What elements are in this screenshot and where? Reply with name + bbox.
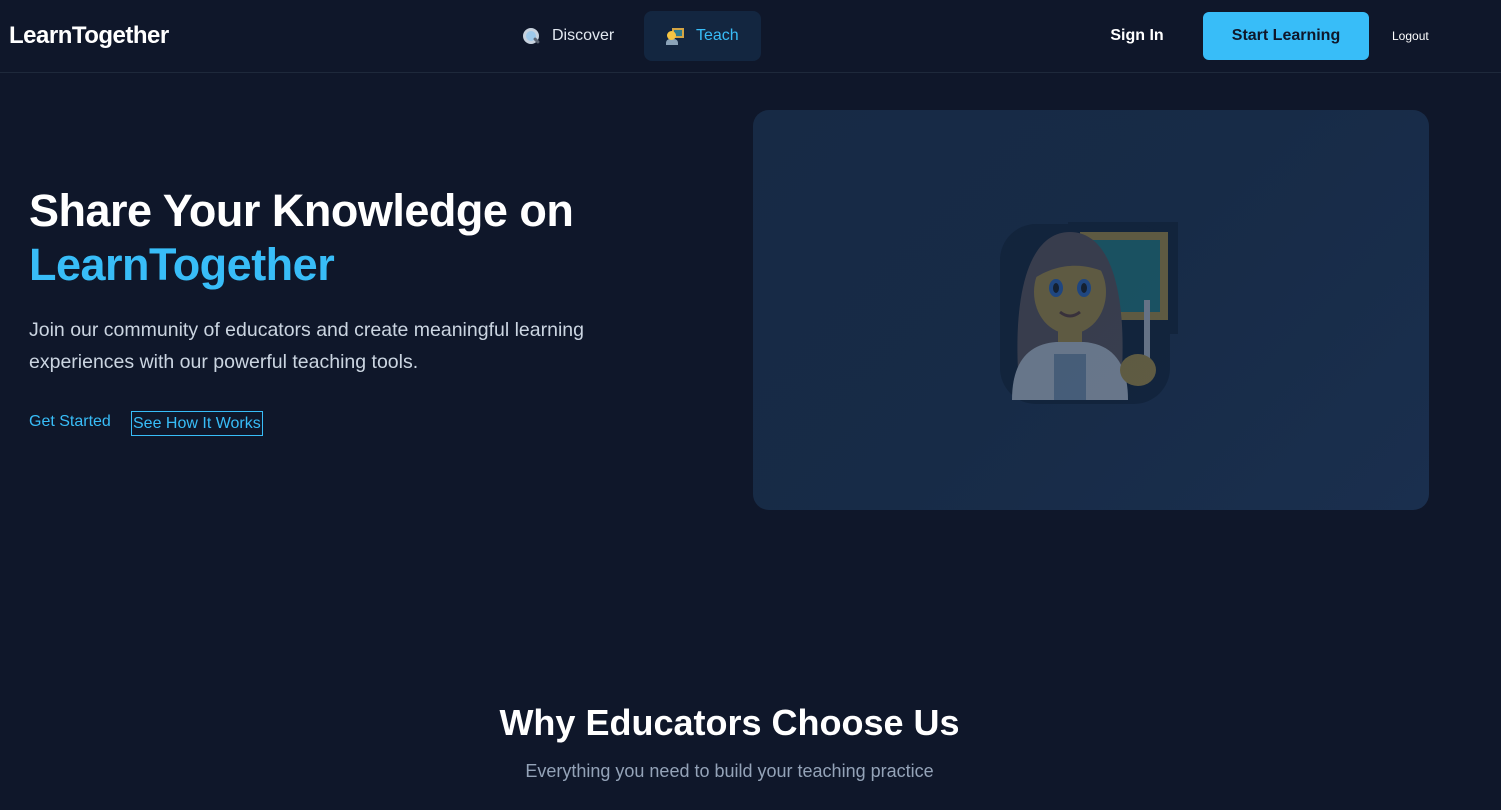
why-section-subtitle: Everything you need to build your teachi… bbox=[525, 761, 934, 781]
see-how-it-works-link[interactable]: See How It Works bbox=[131, 411, 263, 436]
sign-in-button[interactable]: Sign In bbox=[1100, 15, 1174, 57]
hero-description: Join our community of educators and crea… bbox=[29, 319, 584, 373]
site-header: LearnTogether Discover Teach Sign In Sta… bbox=[0, 0, 1501, 73]
start-learning-button[interactable]: Start Learning bbox=[1203, 12, 1369, 60]
nav-discover[interactable]: Discover bbox=[500, 11, 638, 61]
nav-teach[interactable]: Teach bbox=[644, 11, 761, 61]
nav-discover-label: Discover bbox=[552, 27, 615, 44]
get-started-link[interactable]: Get Started bbox=[29, 412, 111, 432]
magnifying-glass-icon bbox=[522, 27, 541, 45]
hero-title: Share Your Knowledge on LearnTogether bbox=[29, 184, 574, 292]
woman-teacher-icon bbox=[1000, 222, 1178, 404]
logout-button[interactable]: Logout bbox=[1392, 26, 1429, 46]
hero-title-line1: Share Your Knowledge on bbox=[29, 185, 574, 236]
nav-teach-label: Teach bbox=[696, 27, 739, 44]
teacher-icon bbox=[666, 27, 684, 45]
hero-title-brand: LearnTogether bbox=[29, 239, 335, 290]
why-section-title: Why Educators Choose Us bbox=[499, 702, 960, 743]
logo[interactable]: LearnTogether bbox=[9, 22, 169, 50]
hero-illustration-panel bbox=[753, 110, 1429, 510]
